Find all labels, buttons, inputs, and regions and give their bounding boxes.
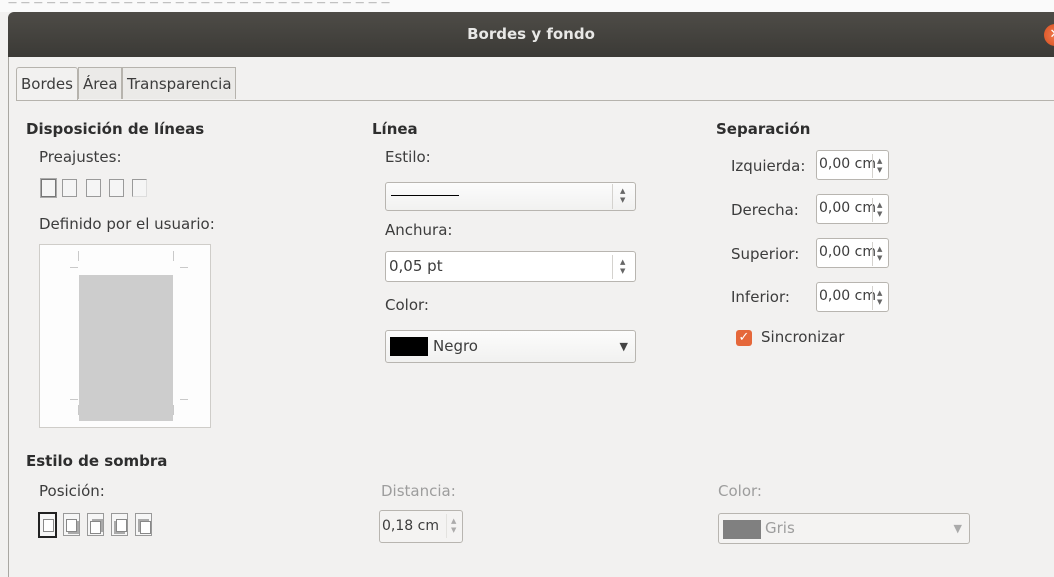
title-bar[interactable]: Bordes y fondo ✕ bbox=[8, 12, 1054, 57]
padding-bottom-spinner[interactable]: ▲ ▼ bbox=[872, 286, 887, 310]
line-style-spinner: ▲ ▼ bbox=[612, 184, 633, 209]
preset-left[interactable] bbox=[132, 179, 147, 197]
preset-none[interactable] bbox=[41, 179, 56, 197]
line-style-select[interactable]: ▲ ▼ bbox=[385, 182, 636, 211]
tab-transparencia[interactable]: Transparencia bbox=[122, 67, 236, 99]
shadow-position-top-right[interactable] bbox=[87, 513, 104, 536]
window-border bbox=[8, 57, 9, 577]
chevron-down-icon: ▼ bbox=[953, 522, 962, 535]
padding-bottom-value: 0,00 cm bbox=[819, 288, 876, 304]
padding-bottom-label: Inferior: bbox=[731, 288, 790, 306]
preview-tick bbox=[180, 267, 188, 268]
shadow-distance-label: Distancia: bbox=[381, 482, 456, 500]
line-header: Línea bbox=[372, 120, 418, 138]
padding-left-spinner[interactable]: ▲ ▼ bbox=[872, 154, 887, 178]
line-color-swatch bbox=[390, 337, 428, 356]
padding-top-label: Superior: bbox=[731, 245, 800, 263]
padding-right-value: 0,00 cm bbox=[819, 200, 876, 216]
shadow-color-select[interactable]: Gris ▼ bbox=[718, 513, 970, 544]
padding-right-field[interactable]: 0,00 cm ▲ ▼ bbox=[816, 194, 889, 224]
presets-label: Preajustes: bbox=[39, 148, 122, 166]
padding-right-spinner[interactable]: ▲ ▼ bbox=[872, 198, 887, 222]
padding-top-field[interactable]: 0,00 cm ▲ ▼ bbox=[816, 238, 889, 268]
preview-tick bbox=[78, 251, 79, 261]
padding-left-label: Izquierda: bbox=[731, 157, 806, 175]
tab-bordes[interactable]: Bordes bbox=[16, 67, 78, 100]
line-width-value: 0,05 pt bbox=[389, 257, 443, 275]
shadow-color-value: Gris bbox=[765, 519, 795, 537]
preview-tick bbox=[70, 399, 78, 400]
preview-tick bbox=[180, 399, 188, 400]
padding-left-value: 0,00 cm bbox=[819, 156, 876, 172]
shadow-header: Estilo de sombra bbox=[26, 452, 168, 470]
line-style-preview bbox=[391, 195, 459, 196]
synchronize-label[interactable]: Sincronizar bbox=[761, 328, 844, 346]
chevron-down-icon: ▼ bbox=[619, 340, 628, 353]
padding-right-label: Derecha: bbox=[731, 201, 799, 219]
padding-top-spinner[interactable]: ▲ ▼ bbox=[872, 242, 887, 266]
shadow-color-label: Color: bbox=[718, 482, 762, 500]
style-label: Estilo: bbox=[385, 148, 431, 166]
shadow-color-swatch bbox=[723, 520, 761, 539]
line-arrangement-header: Disposición de líneas bbox=[26, 120, 205, 138]
padding-bottom-field[interactable]: 0,00 cm ▲ ▼ bbox=[816, 282, 889, 312]
preset-left-right[interactable] bbox=[109, 179, 124, 197]
line-color-label: Color: bbox=[385, 296, 429, 314]
preview-content bbox=[79, 275, 173, 421]
shadow-position-bottom-right[interactable] bbox=[63, 513, 80, 536]
shadow-position-bottom-left[interactable] bbox=[111, 513, 128, 536]
width-label: Anchura: bbox=[385, 221, 453, 239]
preset-box[interactable] bbox=[62, 179, 77, 197]
preview-tick bbox=[173, 405, 174, 415]
synchronize-checkbox[interactable]: ✓ bbox=[736, 330, 752, 346]
line-color-select[interactable]: Negro ▼ bbox=[385, 330, 636, 363]
shadow-distance-field[interactable]: 0,18 cm ▲ ▼ bbox=[379, 510, 463, 543]
preview-tick bbox=[78, 405, 79, 415]
shadow-position-label: Posición: bbox=[39, 482, 105, 500]
tab-area[interactable]: Área bbox=[78, 67, 122, 99]
shadow-distance-spinner[interactable]: ▲ ▼ bbox=[446, 514, 461, 538]
line-width-spinner[interactable]: ▲ ▼ bbox=[612, 255, 633, 279]
padding-top-value: 0,00 cm bbox=[819, 244, 876, 260]
background-window-strip: — — — — — — — — — — — — — — — — — — — — … bbox=[0, 0, 1054, 12]
shadow-distance-value: 0,18 cm bbox=[382, 518, 439, 534]
padding-header: Separación bbox=[716, 120, 811, 138]
user-defined-label: Definido por el usuario: bbox=[39, 215, 215, 233]
line-width-field[interactable]: 0,05 pt ▲ ▼ bbox=[385, 251, 636, 282]
shadow-position-top-left[interactable] bbox=[135, 513, 152, 536]
line-color-value: Negro bbox=[433, 337, 478, 355]
padding-left-field[interactable]: 0,00 cm ▲ ▼ bbox=[816, 150, 889, 180]
preset-box-inner[interactable] bbox=[86, 179, 101, 197]
window-title: Bordes y fondo bbox=[467, 25, 595, 43]
preview-tick bbox=[70, 267, 78, 268]
tab-divider bbox=[16, 100, 1054, 101]
border-preview[interactable] bbox=[39, 244, 211, 428]
preview-tick bbox=[173, 251, 174, 261]
shadow-position-none[interactable] bbox=[38, 512, 57, 538]
